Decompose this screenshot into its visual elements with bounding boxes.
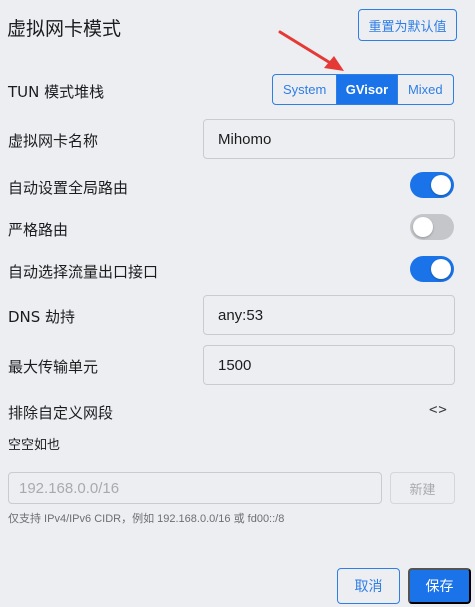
tun-stack-label: TUN 模式堆栈 — [8, 83, 105, 101]
auto-detect-interface-label: 自动选择流量出口接口 — [8, 263, 159, 281]
toggle-knob — [431, 259, 451, 279]
toggle-knob — [413, 217, 433, 237]
tun-stack-option-gvisor[interactable]: GVisor — [336, 75, 397, 104]
device-name-input[interactable]: Mihomo — [203, 119, 455, 159]
strict-route-label: 严格路由 — [8, 221, 69, 239]
auto-route-label: 自动设置全局路由 — [8, 179, 129, 197]
reset-to-default-button[interactable]: 重置为默认值 — [358, 9, 457, 41]
dns-hijack-label: DNS 劫持 — [8, 308, 76, 326]
mtu-label: 最大传输单元 — [8, 358, 99, 376]
exclude-cidr-label: 排除自定义网段 — [8, 404, 114, 422]
auto-detect-interface-toggle[interactable] — [410, 256, 454, 282]
cidr-hint-text: 仅支持 IPv4/IPv6 CIDR，例如 192.168.0.0/16 或 f… — [8, 513, 285, 525]
dns-hijack-input[interactable]: any:53 — [203, 295, 455, 335]
annotation-arrow-icon — [278, 30, 344, 71]
code-icon[interactable]: <> — [429, 402, 448, 418]
save-button[interactable]: 保存 — [408, 568, 471, 604]
auto-route-toggle[interactable] — [410, 172, 454, 198]
tun-stack-selector: System GVisor Mixed — [272, 74, 454, 105]
add-cidr-button[interactable]: 新建 — [390, 472, 455, 504]
cancel-button[interactable]: 取消 — [337, 568, 400, 604]
mtu-input[interactable]: 1500 — [203, 345, 455, 385]
empty-list-text: 空空如也 — [8, 438, 61, 453]
dialog-title: 虚拟网卡模式 — [7, 18, 122, 40]
tun-stack-option-system[interactable]: System — [273, 75, 336, 104]
device-name-label: 虚拟网卡名称 — [8, 132, 99, 150]
toggle-knob — [431, 175, 451, 195]
tun-stack-option-mixed[interactable]: Mixed — [396, 75, 453, 104]
strict-route-toggle[interactable] — [410, 214, 454, 240]
cidr-input[interactable]: 192.168.0.0/16 — [8, 472, 382, 504]
